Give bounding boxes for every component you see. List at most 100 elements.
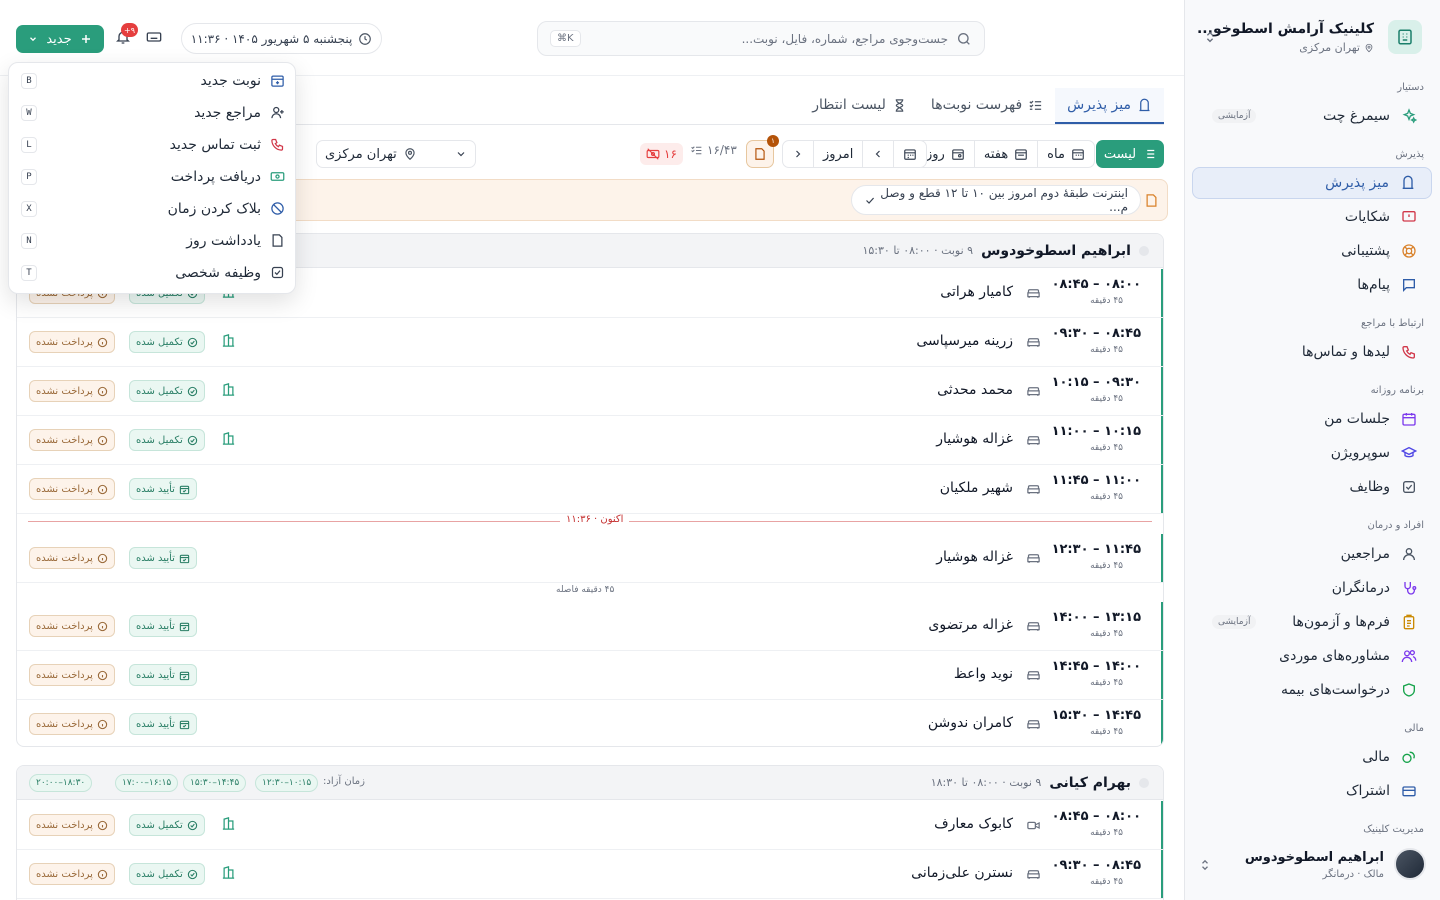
alert-message-icon [1400, 208, 1418, 226]
appointment-row[interactable]: ۰۸:۴۵ – ۰۹:۳۰ ۴۵ دقیقه زرینه میرسپاسی تکمیل… [17, 318, 1163, 367]
free-slot[interactable]: ۱۶:۱۵–۱۷:۰۰ [115, 774, 179, 792]
payment-badge[interactable]: پرداخت نشده [29, 547, 115, 569]
sidebar-item-complaints[interactable]: شکایات [1192, 201, 1432, 233]
prev-day-button[interactable] [862, 141, 893, 167]
search-box[interactable]: ⌘K [537, 21, 985, 56]
free-slot[interactable]: ۱۰:۱۵–۱۲:۳۰ [255, 774, 319, 792]
status-badge[interactable]: تکمیل شده [129, 331, 205, 353]
keyboard-icon[interactable] [146, 29, 162, 45]
payment-badge[interactable]: پرداخت نشده [29, 664, 115, 686]
branch-select[interactable]: تهران مرکزی [316, 140, 476, 168]
check-icon[interactable] [864, 194, 876, 207]
sidebar-item-insurance[interactable]: درخواست‌های بیمه [1192, 674, 1432, 706]
sidebar-item-finance[interactable]: مالی [1192, 741, 1432, 773]
sidebar-item-leads[interactable]: لیدها و تماس‌ها [1192, 336, 1432, 368]
sidebar-item-case-consultations[interactable]: مشاوره‌های موردی [1192, 640, 1432, 672]
menu-item[interactable]: ثبت تماس جدید L [9, 129, 295, 161]
doctor-group-header[interactable]: بهرام کیانی ۹ نوبت · ۰۸:۰۰ تا ۱۸:۳۰ زمان… [17, 766, 1163, 800]
status-badge[interactable]: تأیید شده [129, 664, 197, 686]
payment-badge[interactable]: پرداخت نشده [29, 814, 115, 836]
new-button[interactable]: جدید [16, 25, 104, 53]
view-month-button[interactable]: ماه [1037, 141, 1094, 167]
menu-item[interactable]: یادداشت روز N [9, 225, 295, 257]
sidebar-item-reception-desk[interactable]: میز پذیرش [1192, 167, 1432, 199]
day-note-item[interactable]: اینترنت طبقهٔ دوم امروز بین ۱۰ تا ۱۲ قطع… [851, 185, 1141, 215]
status-badge[interactable]: تأیید شده [129, 547, 197, 569]
appointment-row[interactable]: ۱۱:۴۵ – ۱۲:۳۰ ۴۵ دقیقه غزاله هوشیار تأیید ش… [17, 534, 1163, 583]
status-badge[interactable]: تأیید شده [129, 713, 197, 735]
new-button-label: جدید [46, 31, 72, 46]
free-slot[interactable]: ۱۸:۳۰–۲۰:۰۰ [29, 774, 93, 792]
search-input[interactable] [588, 31, 948, 46]
appointment-row[interactable]: ۱۴:۰۰ – ۱۴:۴۵ ۴۵ دقیقه نوید واعظ تأیید شده پ… [17, 651, 1163, 700]
patient-name[interactable]: محمد محدثی [937, 382, 1013, 398]
next-day-button[interactable] [783, 141, 813, 167]
appointment-row[interactable]: ۱۰:۱۵ – ۱۱:۰۰ ۴۵ دقیقه غزاله هوشیار تکمیل ش… [17, 416, 1163, 465]
sidebar-item-support[interactable]: پشتیبانی [1192, 235, 1432, 267]
menu-item[interactable]: بلاک کردن زمان X [9, 193, 295, 225]
patient-name[interactable]: غزاله هوشیار [936, 431, 1013, 447]
payment-badge[interactable]: پرداخت نشده [29, 429, 115, 451]
menu-item[interactable]: مراجع جدید W [9, 97, 295, 129]
tab-reception-desk[interactable]: میز پذیرش [1055, 88, 1164, 124]
payment-badge[interactable]: پرداخت نشده [29, 863, 115, 885]
day-notes-button[interactable]: ۱ [746, 135, 779, 168]
menu-item[interactable]: دریافت پرداخت P [9, 161, 295, 193]
chevron-up-down-icon[interactable] [1204, 30, 1216, 44]
date-time-pill[interactable]: پنجشنبه ۵ شهریور ۱۴۰۵ · ۱۱:۳۶ [181, 23, 382, 54]
status-badge[interactable]: تأیید شده [129, 478, 197, 500]
sidebar-item-clients[interactable]: مراجعین [1192, 538, 1432, 570]
sidebar-item-therapists[interactable]: درمانگران [1192, 572, 1432, 604]
tab-appointments-list[interactable]: فهرست نوبت‌ها [919, 88, 1055, 124]
status-badge[interactable]: تکمیل شده [129, 429, 205, 451]
appointment-row[interactable]: ۰۸:۰۰ – ۰۸:۴۵ ۴۵ دقیقه کابوک معارف تکمیل شد… [17, 801, 1163, 850]
menu-item[interactable]: نوبت جدید B [9, 65, 295, 97]
calendar-clock-icon [1400, 410, 1418, 428]
status-badge[interactable]: تأیید شده [129, 615, 197, 637]
appointment-row[interactable]: ۱۳:۱۵ – ۱۴:۰۰ ۴۵ دقیقه غزاله مرتضوی تأیید ش… [17, 602, 1163, 651]
today-button[interactable]: امروز [813, 141, 862, 167]
patient-name[interactable]: نوید واعظ [954, 666, 1013, 682]
appointment-row[interactable]: ۱۱:۰۰ – ۱۱:۴۵ ۴۵ دقیقه شهیر ملکیان تأیید شد… [17, 465, 1163, 514]
view-list-button[interactable]: لیست [1096, 140, 1164, 168]
payment-badge[interactable]: پرداخت نشده [29, 380, 115, 402]
calendar-picker-button[interactable] [893, 141, 926, 167]
menu-item[interactable]: وظیفه شخصی T [9, 257, 295, 289]
unpaid-stat[interactable]: ۱۶ [640, 143, 683, 165]
patient-name[interactable]: غزاله مرتضوی [928, 617, 1013, 633]
sidebar-item-subscription[interactable]: اشتراک [1192, 775, 1432, 807]
appointment-row[interactable]: ۰۸:۴۵ – ۰۹:۳۰ ۴۵ دقیقه نسترن علی‌زمانی تکمی… [17, 850, 1163, 899]
tab-waiting-list[interactable]: لیست انتظار [800, 88, 919, 124]
patient-name[interactable]: غزاله هوشیار [936, 549, 1013, 565]
user-profile[interactable]: ابراهیم اسطوخودوس مالک · درمانگر [1196, 844, 1428, 888]
phone-icon [1400, 343, 1418, 361]
payment-badge[interactable]: پرداخت نشده [29, 713, 115, 735]
view-week-button[interactable]: هفته [973, 141, 1037, 167]
payment-text: پرداخت نشده [36, 718, 93, 730]
status-badge[interactable]: تکمیل شده [129, 863, 205, 885]
clinic-switcher[interactable]: کلینیک آرامش اسطوخو... تهران مرکزی [1196, 14, 1428, 62]
couch-icon [1026, 619, 1041, 634]
patient-name[interactable]: کامران ندوشن [928, 715, 1013, 731]
patient-name[interactable]: شهیر ملکیان [940, 480, 1013, 496]
patient-name[interactable]: کامیار هراتی [940, 284, 1013, 300]
free-slot[interactable]: ۱۴:۴۵–۱۵:۳۰ [183, 774, 247, 792]
appointment-row[interactable]: ۰۹:۳۰ – ۱۰:۱۵ ۴۵ دقیقه محمد محدثی تکمیل شده… [17, 367, 1163, 416]
patient-name[interactable]: نسترن علی‌زمانی [911, 865, 1013, 881]
payment-badge[interactable]: پرداخت نشده [29, 615, 115, 637]
payment-badge[interactable]: پرداخت نشده [29, 331, 115, 353]
view-segment: ماه هفته روز [916, 140, 1095, 168]
patient-name[interactable]: زرینه میرسپاسی [916, 333, 1013, 349]
sidebar-item-simorgh-chat[interactable]: سیمرغ چت آزمایشی [1192, 100, 1432, 132]
payment-badge[interactable]: پرداخت نشده [29, 478, 115, 500]
sidebar-item-tasks[interactable]: وظایف [1192, 471, 1432, 503]
chevron-up-down-icon[interactable] [1200, 858, 1210, 872]
status-badge[interactable]: تکمیل شده [129, 814, 205, 836]
sidebar-item-my-sessions[interactable]: جلسات من [1192, 403, 1432, 435]
appointment-row[interactable]: ۱۴:۴۵ – ۱۵:۳۰ ۴۵ دقیقه کامران ندوشن تأیید ش… [17, 700, 1163, 746]
status-badge[interactable]: تکمیل شده [129, 380, 205, 402]
sidebar-item-messages[interactable]: پیام‌ها [1192, 269, 1432, 301]
sidebar-item-supervision[interactable]: سوپرویژن [1192, 437, 1432, 469]
sidebar-item-forms[interactable]: فرم‌ها و آزمون‌ها آزمایشی [1192, 606, 1432, 638]
patient-name[interactable]: کابوک معارف [934, 816, 1013, 832]
